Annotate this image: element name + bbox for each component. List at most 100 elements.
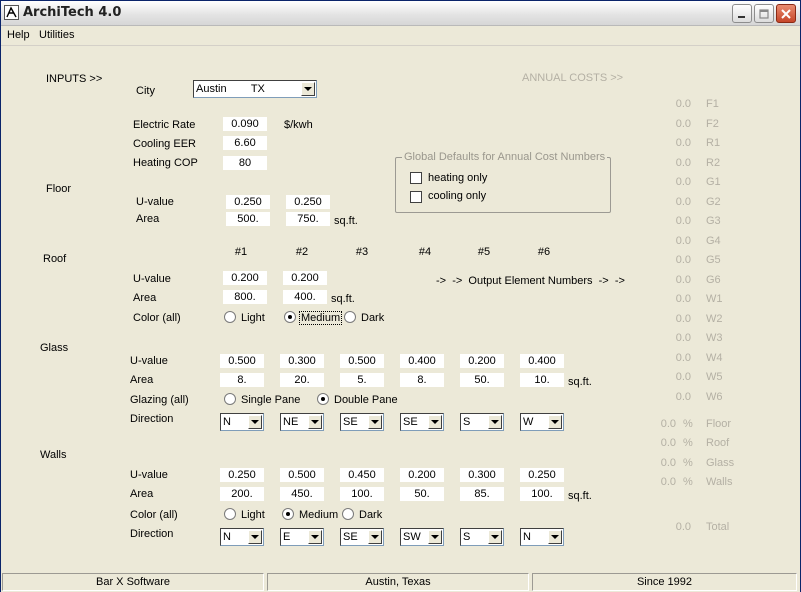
- roof-color-dark-radio[interactable]: [344, 311, 356, 323]
- roof-area-field-1[interactable]: 800.: [223, 290, 267, 304]
- annual-cost-value: 0.0: [675, 351, 691, 364]
- title-bar[interactable]: ArchiTech 4.0: [1, 1, 800, 26]
- glass-area-field-2[interactable]: 20.: [280, 373, 324, 387]
- minimize-button[interactable]: [732, 4, 752, 23]
- menu-help[interactable]: Help: [7, 29, 30, 41]
- cooling-eer-label: Cooling EER: [133, 138, 196, 150]
- city-value: Austin TX: [196, 83, 265, 95]
- walls-u-field-5[interactable]: 0.300: [460, 468, 504, 482]
- percent-label: Floor: [706, 418, 732, 430]
- glass-direction-select-2[interactable]: NE: [280, 413, 324, 431]
- walls-direction-select-4[interactable]: SW: [400, 528, 444, 546]
- roof-area-field-2[interactable]: 400.: [283, 290, 327, 304]
- column-header-1: #1: [234, 246, 248, 258]
- percent-value: 0.0: [660, 418, 676, 430]
- total-label: Total: [706, 521, 730, 533]
- roof-color-label: Color (all): [133, 312, 181, 324]
- walls-u-field-2[interactable]: 0.500: [280, 468, 324, 482]
- glazing-double-radio[interactable]: [317, 393, 329, 405]
- menu-utilities[interactable]: Utilities: [39, 29, 74, 41]
- glass-direction-select-6[interactable]: W: [520, 413, 564, 431]
- glass-direction-select-5[interactable]: S: [460, 413, 504, 431]
- glass-area-field-1[interactable]: 8.: [220, 373, 264, 387]
- annual-cost-code: G3: [706, 215, 721, 227]
- glass-area-field-3[interactable]: 5.: [340, 373, 384, 387]
- walls-direction-value-3: SE: [343, 531, 358, 543]
- close-button[interactable]: [776, 4, 796, 23]
- glass-direction-value-1: N: [223, 416, 231, 428]
- walls-u-field-1[interactable]: 0.250: [220, 468, 264, 482]
- glass-u-field-2[interactable]: 0.300: [280, 354, 324, 368]
- floor-area-field-1[interactable]: 500.: [226, 212, 270, 226]
- percent-label: Roof: [706, 437, 730, 450]
- cooling-only-checkbox[interactable]: [410, 191, 422, 203]
- walls-color-light-label: Light: [241, 509, 265, 521]
- annual-cost-value: 0.0: [675, 293, 691, 305]
- global-defaults-legend: Global Defaults for Annual Cost Numbers: [402, 151, 608, 163]
- walls-color-medium-radio[interactable]: [282, 508, 294, 520]
- roof-u-field-1[interactable]: 0.200: [223, 271, 267, 285]
- walls-area-field-3[interactable]: 100.: [340, 487, 384, 501]
- floor-area-field-2[interactable]: 750.: [286, 212, 330, 226]
- status-location: Austin, Texas: [267, 573, 529, 591]
- walls-area-field-5[interactable]: 85.: [460, 487, 504, 501]
- roof-u-field-2[interactable]: 0.200: [283, 271, 327, 285]
- app-icon[interactable]: [4, 5, 19, 20]
- annual-cost-code: G5: [706, 254, 721, 266]
- glazing-single-radio[interactable]: [224, 393, 236, 405]
- annual-cost-code: R1: [706, 137, 721, 149]
- roof-color-medium-label: Medium: [299, 311, 343, 325]
- walls-direction-value-1: N: [223, 531, 231, 543]
- walls-color-light-radio[interactable]: [224, 508, 236, 520]
- glass-direction-value-5: S: [463, 416, 471, 428]
- glass-u-field-1[interactable]: 0.500: [220, 354, 264, 368]
- electric-rate-label: Electric Rate: [133, 119, 196, 131]
- walls-section-label: Walls: [40, 449, 67, 461]
- roof-u-label: U-value: [133, 273, 171, 285]
- electric-rate-field[interactable]: 0.090: [223, 117, 267, 131]
- glass-direction-select-3[interactable]: SE: [340, 413, 384, 431]
- walls-area-field-6[interactable]: 100.: [520, 487, 564, 501]
- annual-cost-code: W6: [706, 390, 723, 403]
- walls-direction-select-3[interactable]: SE: [340, 528, 384, 546]
- heating-cop-field[interactable]: 80: [223, 156, 267, 170]
- glass-u-field-5[interactable]: 0.200: [460, 354, 504, 368]
- cooling-eer-field[interactable]: 6.60: [223, 136, 267, 150]
- walls-color-dark-radio[interactable]: [342, 508, 354, 520]
- glass-direction-select-1[interactable]: N: [220, 413, 264, 431]
- glass-u-field-4[interactable]: 0.400: [400, 354, 444, 368]
- city-select[interactable]: Austin TX: [193, 80, 317, 98]
- walls-direction-select-6[interactable]: N: [520, 528, 564, 546]
- walls-direction-select-1[interactable]: N: [220, 528, 264, 546]
- roof-color-medium-radio[interactable]: [284, 311, 296, 323]
- walls-u-field-4[interactable]: 0.200: [400, 468, 444, 482]
- glass-u-field-3[interactable]: 0.500: [340, 354, 384, 368]
- glass-u-field-6[interactable]: 0.400: [520, 354, 564, 368]
- walls-u-field-6[interactable]: 0.250: [520, 468, 564, 482]
- glass-area-field-6[interactable]: 10.: [520, 373, 564, 387]
- chevron-down-icon: [548, 530, 562, 544]
- glass-area-field-4[interactable]: 8.: [400, 373, 444, 387]
- walls-area-field-2[interactable]: 450.: [280, 487, 324, 501]
- walls-direction-select-2[interactable]: E: [280, 528, 324, 546]
- glass-direction-select-4[interactable]: SE: [400, 413, 444, 431]
- walls-direction-value-4: SW: [403, 531, 421, 543]
- walls-area-field-4[interactable]: 50.: [400, 487, 444, 501]
- walls-u-label: U-value: [130, 469, 168, 481]
- annual-cost-code: R2: [706, 156, 721, 169]
- floor-u-field-1[interactable]: 0.250: [226, 195, 270, 209]
- roof-color-light-radio[interactable]: [224, 311, 236, 323]
- heating-only-checkbox[interactable]: [410, 172, 422, 184]
- annual-cost-value: 0.0: [675, 117, 691, 130]
- annual-cost-value: 0.0: [675, 332, 691, 344]
- percent-value: 0.0: [660, 437, 676, 450]
- floor-u-field-2[interactable]: 0.250: [286, 195, 330, 209]
- chevron-down-icon: [368, 530, 382, 544]
- walls-u-field-3[interactable]: 0.450: [340, 468, 384, 482]
- walls-direction-select-5[interactable]: S: [460, 528, 504, 546]
- annual-cost-code: G1: [706, 176, 721, 188]
- walls-area-field-1[interactable]: 200.: [220, 487, 264, 501]
- glass-direction-value-3: SE: [343, 416, 358, 428]
- maximize-button[interactable]: [754, 4, 774, 23]
- glass-area-field-5[interactable]: 50.: [460, 373, 504, 387]
